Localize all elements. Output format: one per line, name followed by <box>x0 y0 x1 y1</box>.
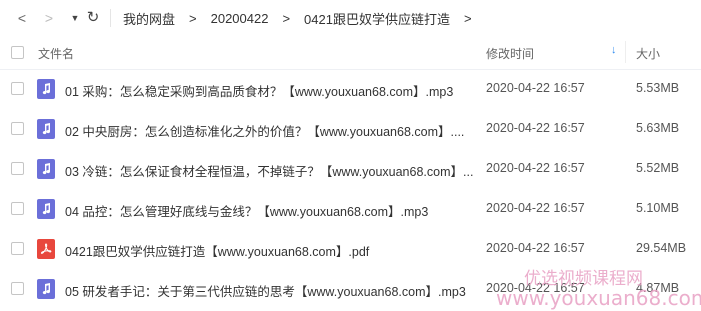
file-modified-time: 2020-04-22 16:57 <box>486 201 585 215</box>
file-list-header: 文件名 修改时间 ↓ 大小 <box>0 36 701 70</box>
file-name[interactable]: 0421跟巴奴学供应链打造【www.youxuan68.com】.pdf <box>65 241 475 260</box>
file-modified-time: 2020-04-22 16:57 <box>486 121 585 135</box>
forward-arrow-icon[interactable]: > <box>40 9 58 27</box>
file-size: 5.63MB <box>636 121 680 135</box>
file-row[interactable]: 05 研发者手记：关于第三代供应链的思考【www.youxuan68.com】.… <box>0 269 701 309</box>
file-name[interactable]: 02 中央厨房：怎么创造标准化之外的价值？【www.youxuan68.com】… <box>65 121 475 140</box>
pdf-icon <box>37 239 55 259</box>
file-name[interactable]: 05 研发者手记：关于第三代供应链的思考【www.youxuan68.com】.… <box>65 281 475 300</box>
music-note-icon <box>37 159 55 179</box>
toolbar-divider <box>110 9 111 27</box>
file-row[interactable]: 04 品控：怎么管理好底线与金线？【www.youxuan68.com】.mp3… <box>0 189 701 229</box>
breadcrumb-separator: > <box>189 10 197 26</box>
row-checkbox[interactable] <box>11 82 24 95</box>
select-all-checkbox[interactable] <box>11 46 24 59</box>
file-row[interactable]: 01 采购：怎么稳定采购到高品质食材？【www.youxuan68.com】.m… <box>0 69 701 109</box>
file-name[interactable]: 04 品控：怎么管理好底线与金线？【www.youxuan68.com】.mp3 <box>65 201 475 220</box>
music-note-icon <box>37 279 55 299</box>
toolbar: < > ▼ ↻ 我的网盘 > 20200422 > 0421跟巴奴学供应链打造 … <box>0 0 701 36</box>
file-row[interactable]: 03 冷链：怎么保证食材全程恒温，不掉链子？【www.youxuan68.com… <box>0 149 701 189</box>
row-checkbox[interactable] <box>11 202 24 215</box>
file-name[interactable]: 03 冷链：怎么保证食材全程恒温，不掉链子？【www.youxuan68.com… <box>65 161 475 180</box>
file-modified-time: 2020-04-22 16:57 <box>486 281 585 295</box>
file-size: 4.87MB <box>636 281 680 295</box>
row-checkbox[interactable] <box>11 122 24 135</box>
file-size: 5.53MB <box>636 81 680 95</box>
file-name[interactable]: 01 采购：怎么稳定采购到高品质食材？【www.youxuan68.com】.m… <box>65 81 475 100</box>
column-header-modified[interactable]: 修改时间 <box>486 45 534 62</box>
breadcrumb: 我的网盘 > 20200422 > 0421跟巴奴学供应链打造 > <box>123 0 486 36</box>
music-note-icon <box>37 199 55 219</box>
history-dropdown-icon[interactable]: ▼ <box>66 9 84 27</box>
row-checkbox[interactable] <box>11 282 24 295</box>
file-modified-time: 2020-04-22 16:57 <box>486 241 585 255</box>
row-checkbox[interactable] <box>11 242 24 255</box>
sort-descending-icon[interactable]: ↓ <box>611 44 617 56</box>
music-note-icon <box>37 79 55 99</box>
refresh-icon[interactable]: ↻ <box>84 8 102 26</box>
column-header-name[interactable]: 文件名 <box>38 45 74 62</box>
breadcrumb-item-folder[interactable]: 20200422 <box>211 11 269 26</box>
file-row[interactable]: 02 中央厨房：怎么创造标准化之外的价值？【www.youxuan68.com】… <box>0 109 701 149</box>
file-modified-time: 2020-04-22 16:57 <box>486 81 585 95</box>
back-arrow-icon[interactable]: < <box>13 9 31 27</box>
column-header-size[interactable]: 大小 <box>636 45 660 62</box>
breadcrumb-item-root[interactable]: 我的网盘 <box>123 9 175 28</box>
column-divider[interactable] <box>625 41 626 63</box>
breadcrumb-item-current[interactable]: 0421跟巴奴学供应链打造 <box>304 9 450 28</box>
file-modified-time: 2020-04-22 16:57 <box>486 161 585 175</box>
breadcrumb-separator: > <box>282 10 291 26</box>
file-row[interactable]: 0421跟巴奴学供应链打造【www.youxuan68.com】.pdf 2020… <box>0 229 701 269</box>
row-checkbox[interactable] <box>11 162 24 175</box>
file-size: 5.10MB <box>636 201 680 215</box>
breadcrumb-separator[interactable]: > <box>464 11 472 26</box>
music-note-icon <box>37 119 55 139</box>
file-size: 5.52MB <box>636 161 680 175</box>
file-size: 29.54MB <box>636 241 687 255</box>
